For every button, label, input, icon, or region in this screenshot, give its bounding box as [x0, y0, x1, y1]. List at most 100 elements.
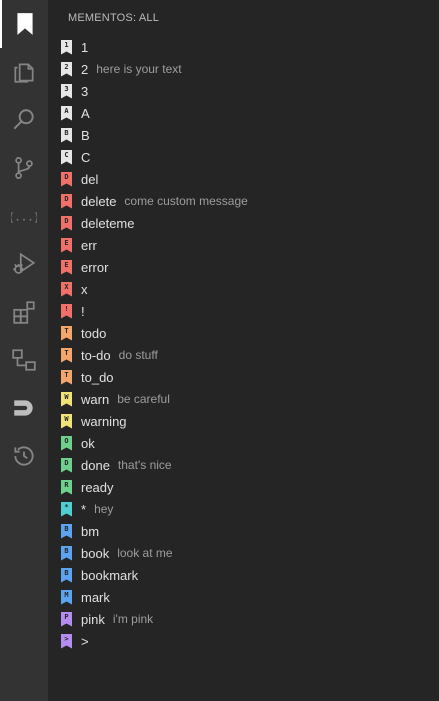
bookmark-flag-icon: R	[61, 479, 72, 495]
item-message: i'm pink	[112, 612, 154, 626]
item-label: del	[81, 171, 99, 187]
item-label: A	[81, 105, 90, 121]
bookmark-flag-icon: T	[61, 347, 72, 363]
list-item[interactable]: BB	[48, 124, 439, 146]
list-item[interactable]: Ddelete come custom message	[48, 190, 439, 212]
item-label: warn	[81, 391, 110, 407]
list-item[interactable]: Eerror	[48, 256, 439, 278]
list-item[interactable]: Mmark	[48, 586, 439, 608]
bookmark-flag-icon: P	[61, 611, 72, 627]
list-item[interactable]: Wwarning	[48, 410, 439, 432]
bookmark-flag-icon: E	[61, 259, 72, 275]
list-item[interactable]: > >	[48, 630, 439, 652]
list-item[interactable]: AA	[48, 102, 439, 124]
bookmark-flag-icon: 3	[61, 83, 72, 99]
item-message: look at me	[117, 546, 173, 560]
item-label: !	[81, 303, 85, 319]
list-item[interactable]: Xx	[48, 278, 439, 300]
extensions-icon[interactable]	[0, 288, 48, 336]
search-icon[interactable]	[0, 96, 48, 144]
run-debug-icon[interactable]	[0, 240, 48, 288]
list-item[interactable]: CC	[48, 146, 439, 168]
list-item[interactable]: Ddone that's nice	[48, 454, 439, 476]
bookmark-flag-icon: T	[61, 325, 72, 341]
item-label: mark	[81, 589, 110, 605]
bookmark-flag-icon: D	[61, 215, 72, 231]
item-message: do stuff	[118, 348, 158, 362]
bookmark-flag-icon: C	[61, 149, 72, 165]
list-item[interactable]: 11	[48, 36, 439, 58]
item-message: come custom message	[124, 194, 248, 208]
list-item[interactable]: Eerr	[48, 234, 439, 256]
item-label: done	[81, 457, 110, 473]
item-label: 1	[81, 39, 89, 55]
item-label: B	[81, 127, 90, 143]
mementos-list: 1 1 2 2 here is your text 3 3 A A B B C C Ddel Ddelete…	[48, 36, 439, 652]
list-item[interactable]: Tto-do do stuff	[48, 344, 439, 366]
timeline-history-icon[interactable]	[0, 432, 48, 480]
item-label: to-do	[81, 347, 111, 363]
list-item[interactable]: Ppink i'm pink	[48, 608, 439, 630]
list-item[interactable]: Ttodo	[48, 322, 439, 344]
list-item[interactable]: * * hey	[48, 498, 439, 520]
item-label: deleteme	[81, 215, 135, 231]
bookmark-flag-icon: D	[61, 457, 72, 473]
bookmark-flag-icon: A	[61, 105, 72, 121]
bookmark-flag-icon: O	[61, 435, 72, 451]
list-item[interactable]: 2 2 here is your text	[48, 58, 439, 80]
list-item[interactable]: 33	[48, 80, 439, 102]
list-item[interactable]: !!	[48, 300, 439, 322]
item-message: be careful	[117, 392, 170, 406]
mementos-sidebar: MEMENTOS: ALL 1 1 2 2 here is your text 3 3 A A B…	[48, 0, 439, 701]
mementos-bookmark-icon[interactable]	[0, 0, 48, 48]
item-label: warning	[81, 413, 127, 429]
list-item[interactable]: Rready	[48, 476, 439, 498]
bookmark-flag-icon: W	[61, 391, 72, 407]
list-item[interactable]: Bbm	[48, 520, 439, 542]
sidebar-title: MEMENTOS: ALL	[68, 12, 160, 24]
explorer-icon[interactable]	[0, 48, 48, 96]
list-item[interactable]: Ddel	[48, 168, 439, 190]
bookmark-flag-icon: !	[61, 303, 72, 319]
bookmark-flag-icon: B	[61, 523, 72, 539]
item-label: *	[81, 501, 87, 517]
magnet-icon[interactable]	[0, 384, 48, 432]
item-label: >	[81, 633, 89, 649]
bookmark-flag-icon: E	[61, 237, 72, 253]
activity-bar: {...}	[0, 0, 48, 701]
item-label: ready	[81, 479, 114, 495]
item-label: to_do	[81, 369, 114, 385]
item-label: todo	[81, 325, 107, 341]
list-item[interactable]: Tto_do	[48, 366, 439, 388]
bookmark-flag-icon: 1	[61, 39, 72, 55]
list-item[interactable]: Ddeleteme	[48, 212, 439, 234]
item-label: x	[81, 281, 88, 297]
svg-text:{...}: {...}	[11, 210, 37, 223]
list-item[interactable]: Bbookmark	[48, 564, 439, 586]
item-message: that's nice	[117, 458, 172, 472]
bookmark-flag-icon: M	[61, 589, 72, 605]
item-label: pink	[81, 611, 105, 627]
bookmark-flag-icon: B	[61, 567, 72, 583]
item-label: bookmark	[81, 567, 139, 583]
list-item[interactable]: Wwarn be careful	[48, 388, 439, 410]
bookmark-flag-icon: 2	[61, 61, 72, 77]
list-item[interactable]: Bbook look at me	[48, 542, 439, 564]
item-label: 2	[81, 61, 89, 77]
item-label: delete	[81, 193, 117, 209]
source-control-icon[interactable]	[0, 144, 48, 192]
json-braces-icon[interactable]: {...}	[0, 192, 48, 240]
list-item[interactable]: Ook	[48, 432, 439, 454]
bookmark-flag-icon: T	[61, 369, 72, 385]
remote-explorer-icon[interactable]	[0, 336, 48, 384]
item-label: bm	[81, 523, 100, 539]
item-message: hey	[94, 502, 114, 516]
bookmark-flag-icon: B	[61, 545, 72, 561]
bookmark-flag-icon: W	[61, 413, 72, 429]
bookmark-flag-icon: D	[61, 171, 72, 187]
bookmark-flag-icon: *	[61, 501, 72, 517]
item-label: C	[81, 149, 91, 165]
bookmark-flag-icon: B	[61, 127, 72, 143]
item-label: ok	[81, 435, 95, 451]
item-label: 3	[81, 83, 89, 99]
